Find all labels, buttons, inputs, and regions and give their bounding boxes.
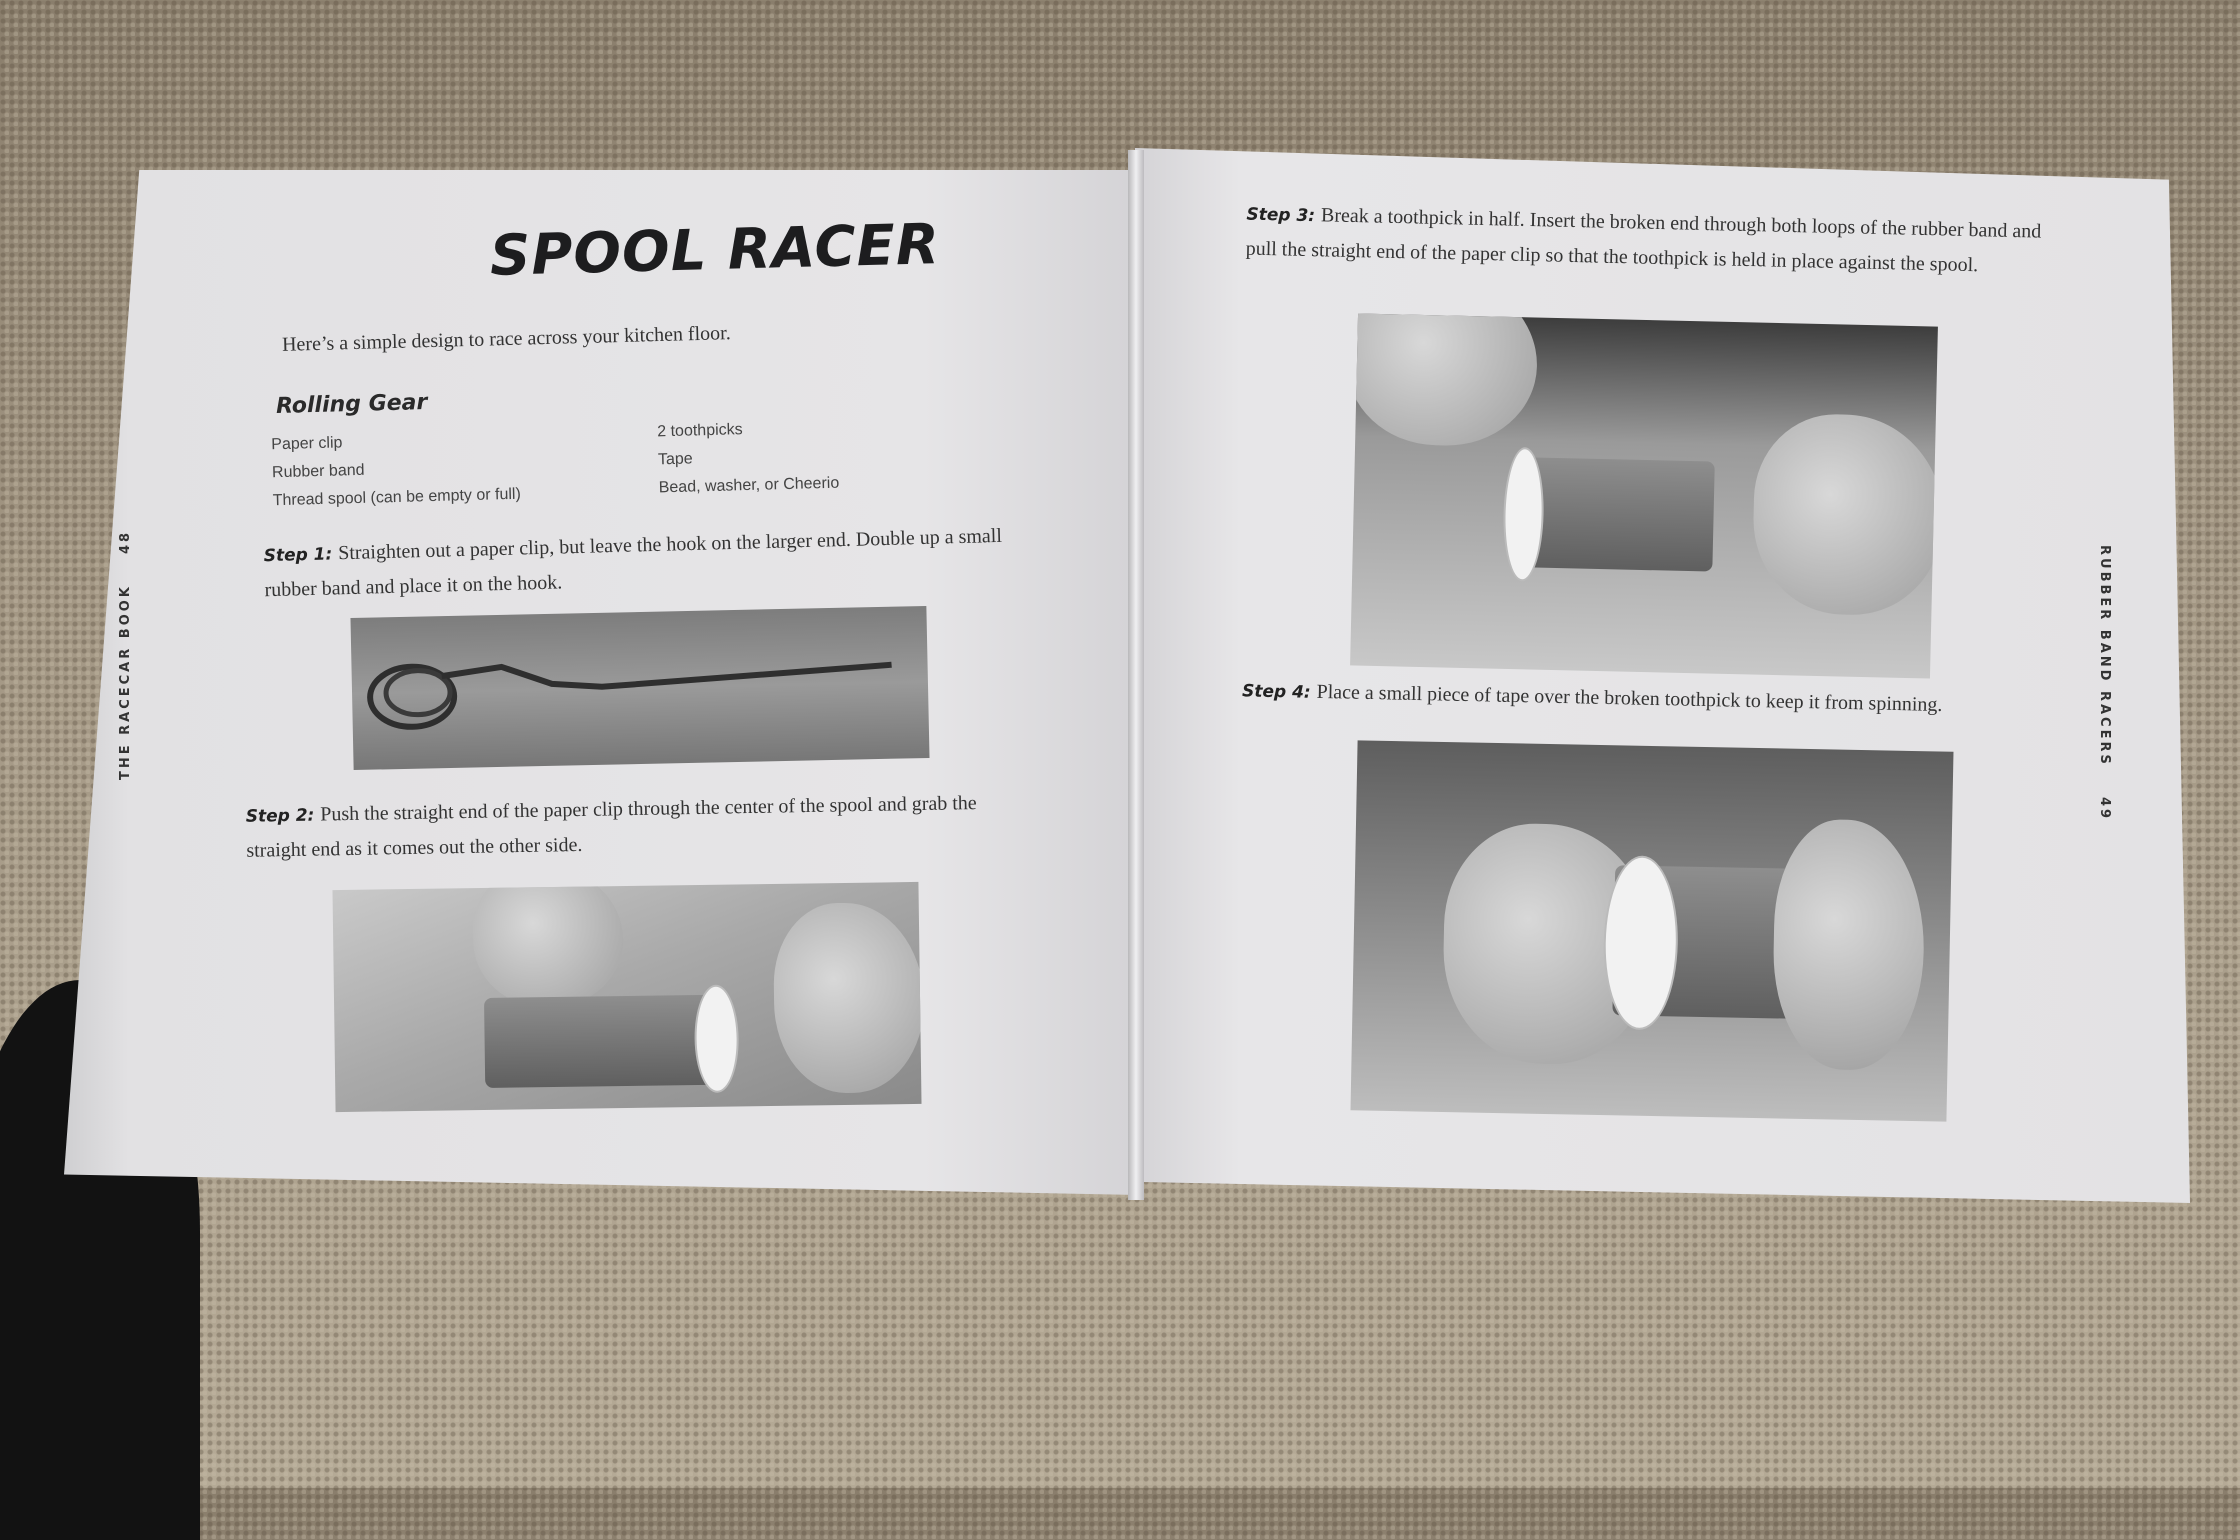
hand-shape [1350,313,1539,448]
spool-insert-photo [332,881,922,1113]
gear-item: Bead, washer, or Cheerio [658,474,840,497]
step-text: Break a toothpick in half. Insert the br… [1245,204,2042,277]
toothpick-insert-photo [1350,313,1938,679]
step-2: Step 2: Push the straight end of the pap… [245,785,1026,868]
step-label: Step 3: [1246,204,1322,227]
step-label: Step 2: [245,805,321,827]
gear-list-column-b: 2 toothpicks Tape Bead, washer, or Cheer… [657,414,840,503]
step-text: Straighten out a paper clip, but leave t… [264,524,1003,602]
running-head-text: THE RACECAR BOOK [118,584,133,780]
paper-clip-illustration [367,661,892,730]
hand-shape [1771,818,1927,1072]
page-number: 48 [118,529,133,555]
hand-shape [772,901,922,1094]
running-head-right: RUBBER BAND RACERS 49 [2097,545,2112,821]
paper-clip-photo [350,605,930,771]
spool-end-shape [693,984,740,1094]
step-label: Step 1: [263,544,339,567]
tape-spool-photo [1350,740,1954,1122]
page-title: SPOOL RACER [489,212,941,289]
step-text: Place a small piece of tape over the bro… [1316,680,1943,716]
running-head-text: RUBBER BAND RACERS [2097,545,2112,767]
book-spine [1128,150,1144,1200]
spool-shape [483,994,716,1088]
hand-shape [1751,412,1938,617]
rolling-gear-heading: Rolling Gear [275,390,428,419]
step-label: Step 4: [1241,681,1317,703]
gear-list-column-a: Paper clip Rubber band Thread spool (can… [271,425,521,515]
page-number: 49 [2097,796,2112,822]
step-text: Push the straight end of the paper clip … [246,792,977,862]
running-head-left: THE RACECAR BOOK 48 [118,530,133,780]
hand-shape [472,881,625,1009]
book-photo-scene: SPOOL RACER Here’s a simple design to ra… [0,0,2240,1540]
